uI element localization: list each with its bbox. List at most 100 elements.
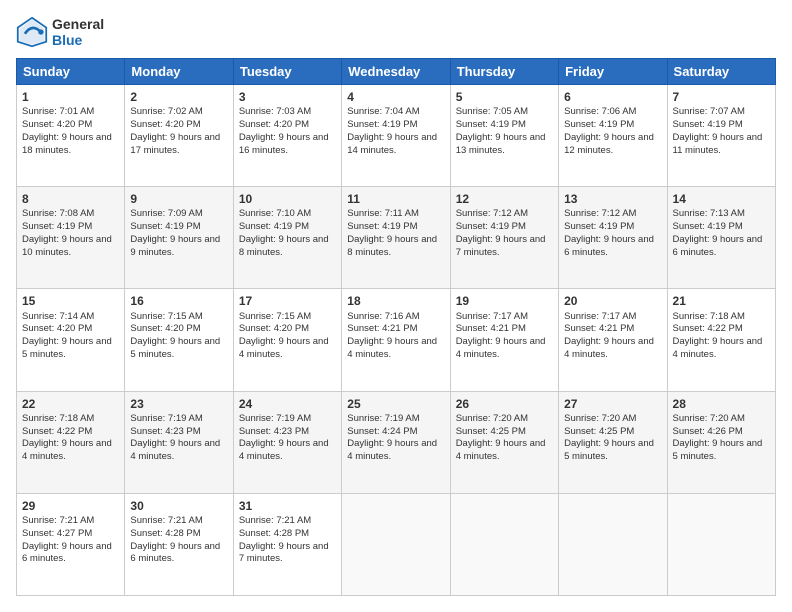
week-row-4: 22Sunrise: 7:18 AMSunset: 4:22 PMDayligh…	[17, 391, 776, 493]
sunset: Sunset: 4:19 PM	[456, 221, 526, 232]
sunrise: Sunrise: 7:06 AM	[564, 106, 636, 117]
sunrise: Sunrise: 7:20 AM	[456, 413, 528, 424]
day-number: 31	[239, 498, 336, 514]
daylight: Daylight: 9 hours and 6 minutes.	[130, 541, 220, 565]
daylight: Daylight: 9 hours and 4 minutes.	[347, 336, 437, 360]
daylight: Daylight: 9 hours and 5 minutes.	[22, 336, 112, 360]
calendar-cell: 2Sunrise: 7:02 AMSunset: 4:20 PMDaylight…	[125, 85, 233, 187]
sunrise: Sunrise: 7:18 AM	[22, 413, 94, 424]
sunset: Sunset: 4:28 PM	[130, 528, 200, 539]
calendar-cell: 14Sunrise: 7:13 AMSunset: 4:19 PMDayligh…	[667, 187, 775, 289]
calendar-cell	[342, 493, 450, 595]
day-header-monday: Monday	[125, 59, 233, 85]
week-row-2: 8Sunrise: 7:08 AM Sunset: 4:19 PM Daylight…	[17, 187, 776, 289]
calendar-cell: 7Sunrise: 7:07 AMSunset: 4:19 PMDaylight…	[667, 85, 775, 187]
calendar-cell: 19Sunrise: 7:17 AMSunset: 4:21 PMDayligh…	[450, 289, 558, 391]
calendar-cell: 23Sunrise: 7:19 AMSunset: 4:23 PMDayligh…	[125, 391, 233, 493]
day-number: 27	[564, 396, 661, 412]
sunrise: Sunrise: 7:11 AM	[347, 208, 419, 219]
day-number: 24	[239, 396, 336, 412]
day-number: 13	[564, 191, 661, 207]
sunset: Sunset: 4:19 PM	[239, 221, 309, 232]
daylight: Daylight: 9 hours and 5 minutes.	[673, 438, 763, 462]
calendar-table: SundayMondayTuesdayWednesdayThursdayFrid…	[16, 58, 776, 596]
sunrise: Sunrise: 7:19 AM	[130, 413, 202, 424]
sunset: Sunset: 4:20 PM	[130, 323, 200, 334]
sunrise: Sunrise: 7:12 AM	[456, 208, 528, 219]
calendar-cell	[559, 493, 667, 595]
sunset: Sunset: 4:20 PM	[22, 323, 92, 334]
calendar-cell: 8Sunrise: 7:08 AMSunset: 4:19 PMDaylight…	[17, 187, 125, 289]
day-header-saturday: Saturday	[667, 59, 775, 85]
calendar-cell	[450, 493, 558, 595]
daylight: Daylight: 9 hours and 4 minutes.	[347, 438, 437, 462]
day-header-wednesday: Wednesday	[342, 59, 450, 85]
day-number: 10	[239, 191, 336, 207]
sunrise: Sunrise: 7:18 AM	[673, 311, 745, 322]
sunset: Sunset: 4:20 PM	[22, 119, 92, 130]
sunrise: Sunrise: 7:19 AM	[347, 413, 419, 424]
sunrise: Sunrise: 7:03 AM	[239, 106, 311, 117]
calendar-body: 1Sunrise: 7:01 AMSunset: 4:20 PMDaylight…	[17, 85, 776, 596]
day-number: 17	[239, 293, 336, 309]
day-header-tuesday: Tuesday	[233, 59, 341, 85]
calendar-cell: 11Sunrise: 7:11 AMSunset: 4:19 PMDayligh…	[342, 187, 450, 289]
day-number: 1	[22, 89, 119, 105]
day-number: 21	[673, 293, 770, 309]
day-number: 2	[130, 89, 227, 105]
sunrise: Sunrise: 7:17 AM	[456, 311, 528, 322]
sunrise: Sunrise: 7:14 AM	[22, 311, 94, 322]
daylight: Daylight: 9 hours and 12 minutes.	[564, 132, 654, 156]
sunrise: Sunrise: 7:17 AM	[564, 311, 636, 322]
calendar-cell: 18Sunrise: 7:16 AMSunset: 4:21 PMDayligh…	[342, 289, 450, 391]
calendar-cell: 6Sunrise: 7:06 AMSunset: 4:19 PMDaylight…	[559, 85, 667, 187]
day-number: 4	[347, 89, 444, 105]
sunset: Sunset: 4:28 PM	[239, 528, 309, 539]
daylight: Daylight: 9 hours and 11 minutes.	[673, 132, 763, 156]
sunset: Sunset: 4:21 PM	[456, 323, 526, 334]
week-row-3: 15Sunrise: 7:14 AMSunset: 4:20 PMDayligh…	[17, 289, 776, 391]
day-number: 29	[22, 498, 119, 514]
day-number: 15	[22, 293, 119, 309]
day-number: 18	[347, 293, 444, 309]
day-number: 8	[22, 191, 119, 207]
daylight: Daylight: 9 hours and 14 minutes.	[347, 132, 437, 156]
sunset: Sunset: 4:25 PM	[456, 426, 526, 437]
sunrise: Sunrise: 7:21 AM	[130, 515, 202, 526]
daylight: Daylight: 9 hours and 18 minutes.	[22, 132, 112, 156]
sunset: Sunset: 4:19 PM	[673, 221, 743, 232]
sunset: Sunset: 4:20 PM	[239, 119, 309, 130]
day-number: 25	[347, 396, 444, 412]
daylight: Daylight: 9 hours and 4 minutes.	[239, 336, 329, 360]
day-number: 28	[673, 396, 770, 412]
daylight: Daylight: 9 hours and 4 minutes.	[564, 336, 654, 360]
calendar-cell: 26Sunrise: 7:20 AMSunset: 4:25 PMDayligh…	[450, 391, 558, 493]
sunset: Sunset: 4:19 PM	[456, 119, 526, 130]
sunrise: Sunrise: 7:07 AM	[673, 106, 745, 117]
calendar-cell: 29Sunrise: 7:21 AMSunset: 4:27 PMDayligh…	[17, 493, 125, 595]
day-number: 16	[130, 293, 227, 309]
sunrise: Sunrise: 7:21 AM	[22, 515, 94, 526]
day-number: 9	[130, 191, 227, 207]
daylight: Daylight: 9 hours and 4 minutes.	[456, 336, 546, 360]
sunset: Sunset: 4:19 PM	[564, 221, 634, 232]
calendar-cell: 17Sunrise: 7:15 AMSunset: 4:20 PMDayligh…	[233, 289, 341, 391]
sunrise: Sunrise: 7:13 AM	[673, 208, 745, 219]
sunset: Sunset: 4:26 PM	[673, 426, 743, 437]
calendar-cell: 21Sunrise: 7:18 AMSunset: 4:22 PMDayligh…	[667, 289, 775, 391]
page: General Blue SundayMondayTuesdayWednesda…	[0, 0, 792, 612]
daylight: Daylight: 9 hours and 9 minutes.	[130, 234, 220, 258]
sunset: Sunset: 4:20 PM	[239, 323, 309, 334]
calendar-cell: 24Sunrise: 7:19 AMSunset: 4:23 PMDayligh…	[233, 391, 341, 493]
day-number: 20	[564, 293, 661, 309]
daylight: Daylight: 9 hours and 7 minutes.	[239, 541, 329, 565]
calendar-cell: 10Sunrise: 7:10 AMSunset: 4:19 PMDayligh…	[233, 187, 341, 289]
daylight: Daylight: 9 hours and 8 minutes.	[239, 234, 329, 258]
day-header-sunday: Sunday	[17, 59, 125, 85]
sunset: Sunset: 4:24 PM	[347, 426, 417, 437]
sunrise: Sunrise: 7:02 AM	[130, 106, 202, 117]
day-number: 11	[347, 191, 444, 207]
daylight: Daylight: 9 hours and 6 minutes.	[673, 234, 763, 258]
sunrise: Sunrise: 7:08 AM	[22, 208, 94, 219]
sunset: Sunset: 4:20 PM	[130, 119, 200, 130]
